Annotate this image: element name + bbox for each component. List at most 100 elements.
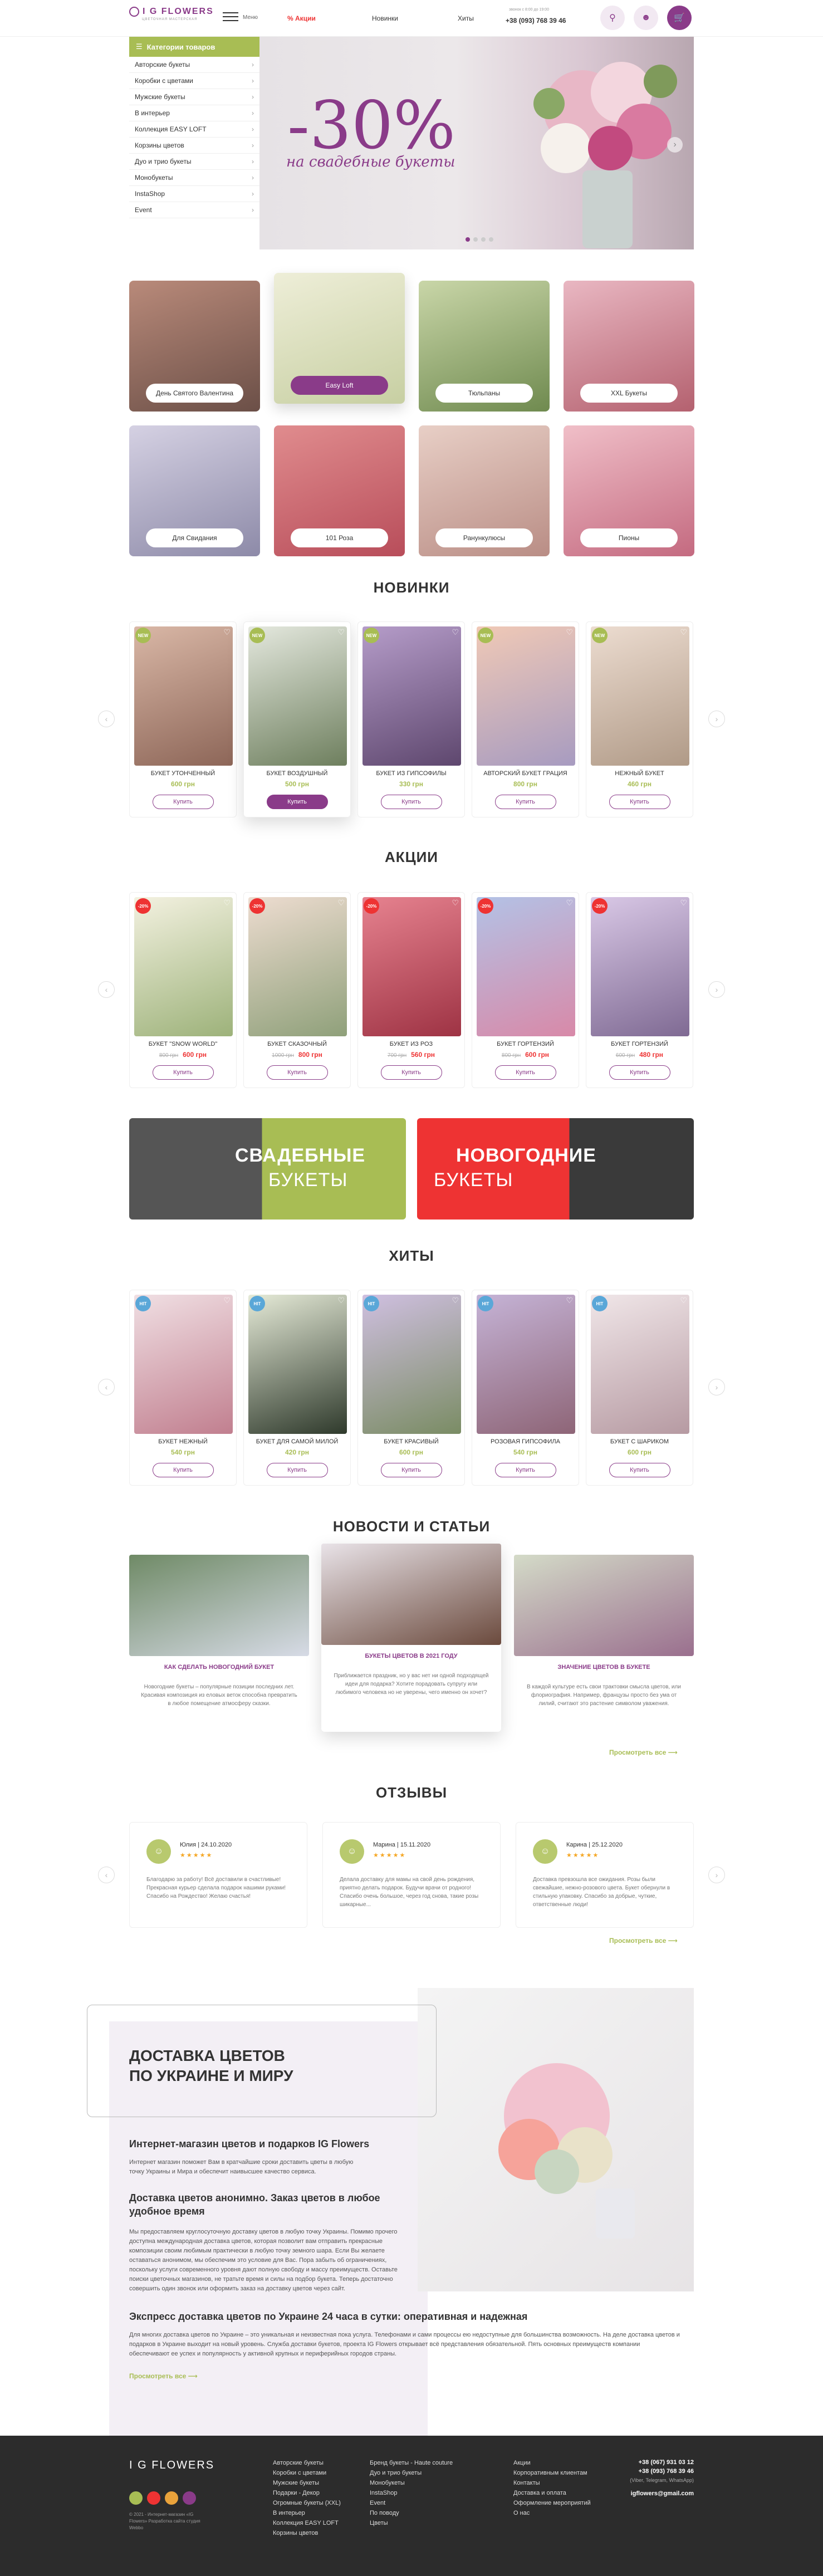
next-arrow-button[interactable]: › [708, 1379, 725, 1395]
product-name[interactable]: РОЗОВАЯ ГИПСОФИЛА [472, 1438, 579, 1445]
buy-button[interactable]: Купить [152, 1065, 214, 1080]
category-header[interactable]: ☰ Категории товаров [129, 37, 259, 57]
category-item[interactable]: Авторские букеты › [129, 57, 259, 73]
header-phone[interactable]: +38 (093) 768 39 46 [506, 17, 566, 25]
category-tile[interactable]: Easy Loft [274, 273, 405, 404]
footer-link[interactable]: InstaShop [370, 2488, 453, 2498]
product-card[interactable]: NEW ♡ БУКЕТ УТОНЧЕННЫЙ 600 грн Купить [129, 621, 237, 817]
product-card[interactable]: NEW ♡ НЕЖНЫЙ БУКЕТ 460 грн Купить [586, 621, 693, 817]
product-image[interactable] [134, 626, 233, 766]
footer-link[interactable]: Акции [513, 2458, 591, 2468]
search-icon[interactable]: ⚲ [600, 6, 625, 30]
footer-link[interactable]: Авторские букеты [273, 2458, 341, 2468]
tile-label[interactable]: Ранункулюсы [435, 528, 533, 547]
footer-phone[interactable]: +38 (093) 768 39 46 [630, 2467, 694, 2476]
buy-button[interactable]: Купить [152, 795, 214, 809]
category-tile[interactable]: XXL Букеты [564, 281, 694, 412]
reviews-more-link[interactable]: Просмотреть все ⟶ [609, 1937, 678, 1945]
product-card[interactable]: -20% ♡ БУКЕТ ГОРТЕНЗИЙ 600 грн 480 грн Ку… [586, 892, 693, 1088]
category-item[interactable]: Монобукеты › [129, 170, 259, 186]
product-name[interactable]: БУКЕТ СКАЗОЧНЫЙ [244, 1041, 350, 1047]
category-tile[interactable]: Пионы [564, 425, 694, 556]
news-card[interactable]: БУКЕТЫ ЦВЕТОВ В 2021 ГОДУ Приближается п… [321, 1544, 501, 1732]
news-card[interactable]: КАК СДЕЛАТЬ НОВОГОДНИЙ БУКЕТ Новогодние … [129, 1555, 309, 1733]
buy-button[interactable]: Купить [609, 795, 670, 809]
tile-label[interactable]: 101 Роза [291, 528, 388, 547]
product-name[interactable]: АВТОРСКИЙ БУКЕТ ГРАЦИЯ [472, 770, 579, 777]
viber-icon[interactable] [183, 2491, 196, 2505]
category-tile[interactable]: Ранункулюсы [419, 425, 550, 556]
buy-button[interactable]: Купить [266, 1463, 328, 1477]
buy-button[interactable]: Купить [266, 1065, 328, 1080]
heart-icon[interactable]: ♡ [223, 628, 231, 637]
wedding-banner[interactable]: СВАДЕБНЫЕ БУКЕТЫ [129, 1118, 406, 1220]
buy-button[interactable]: Купить [609, 1463, 670, 1477]
buy-button[interactable]: Купить [380, 795, 442, 809]
product-image[interactable] [591, 1295, 689, 1434]
footer-phone[interactable]: +38 (067) 931 03 12 [630, 2458, 694, 2467]
category-item[interactable]: В интерьер › [129, 105, 259, 121]
heart-icon[interactable]: ♡ [337, 1296, 345, 1305]
product-name[interactable]: БУКЕТ ИЗ ГИПСОФИЛЫ [358, 770, 464, 777]
next-arrow-button[interactable]: › [708, 1867, 725, 1883]
footer-link[interactable]: Доставка и оплата [513, 2488, 591, 2498]
buy-button[interactable]: Купить [380, 1065, 442, 1080]
footer-link[interactable]: Бренд букеты - Haute couture [370, 2458, 453, 2468]
category-tile[interactable]: Тюльпаны [419, 281, 550, 412]
footer-link[interactable]: По поводу [370, 2508, 453, 2518]
prev-arrow-button[interactable]: ‹ [98, 1867, 115, 1883]
footer-link[interactable]: Коробки с цветами [273, 2468, 341, 2478]
product-card[interactable]: HIT ♡ БУКЕТ НЕЖНЫЙ 540 грн Купить [129, 1290, 237, 1486]
footer-logo[interactable]: I G FLOWERS [129, 2459, 214, 2472]
product-image[interactable] [591, 897, 689, 1036]
heart-icon[interactable]: ♡ [680, 628, 687, 637]
footer-link[interactable]: Мужские букеты [273, 2478, 341, 2488]
product-name[interactable]: БУКЕТ ГОРТЕНЗИЙ [472, 1041, 579, 1047]
heart-icon[interactable]: ♡ [680, 1296, 687, 1305]
footer-link[interactable]: Дуо и трио букеты [370, 2468, 453, 2478]
next-arrow-button[interactable]: › [708, 981, 725, 998]
product-image[interactable] [248, 1295, 347, 1434]
category-item[interactable]: Коробки с цветами › [129, 73, 259, 89]
heart-icon[interactable]: ♡ [337, 628, 345, 637]
footer-link[interactable]: Корпоративным клиентам [513, 2468, 591, 2478]
buy-button[interactable]: Купить [266, 795, 328, 809]
buy-button[interactable]: Купить [494, 795, 556, 809]
category-item[interactable]: Event › [129, 202, 259, 218]
buy-button[interactable]: Купить [494, 1463, 556, 1477]
cart-icon[interactable]: 🛒 [667, 6, 692, 30]
news-image[interactable] [514, 1555, 694, 1656]
product-name[interactable]: БУКЕТ ДЛЯ САМОЙ МИЛОЙ [244, 1438, 350, 1445]
news-title[interactable]: ЗНАЧЕНИЕ ЦВЕТОВ В БУКЕТЕ [520, 1664, 688, 1671]
product-image[interactable] [477, 897, 575, 1036]
product-name[interactable]: БУКЕТ НЕЖНЫЙ [130, 1438, 236, 1445]
product-card[interactable]: NEW ♡ БУКЕТ ВОЗДУШНЫЙ 500 грн Купить [243, 621, 351, 817]
tile-label[interactable]: Тюльпаны [435, 384, 533, 403]
news-card[interactable]: ЗНАЧЕНИЕ ЦВЕТОВ В БУКЕТЕ В каждой культу… [514, 1555, 694, 1733]
buy-button[interactable]: Купить [609, 1065, 670, 1080]
product-name[interactable]: БУКЕТ КРАСИВЫЙ [358, 1438, 464, 1445]
product-image[interactable] [362, 897, 461, 1036]
news-more-link[interactable]: Просмотреть все ⟶ [609, 1749, 678, 1756]
tile-label[interactable]: День Святого Валентина [146, 384, 243, 403]
product-card[interactable]: -20% ♡ БУКЕТ СКАЗОЧНЫЙ 1000 грн 800 грн К… [243, 892, 351, 1088]
newyear-banner[interactable]: НОВОГОДНИЕ БУКЕТЫ [417, 1118, 694, 1220]
footer-email[interactable]: igflowers@gmail.com [630, 2489, 694, 2498]
category-tile[interactable]: 101 Роза [274, 425, 405, 556]
footer-link[interactable]: Event [370, 2498, 453, 2508]
product-card[interactable]: HIT ♡ БУКЕТ КРАСИВЫЙ 600 грн Купить [357, 1290, 465, 1486]
logo[interactable]: I G FLOWERS [129, 7, 214, 17]
instagram-icon[interactable] [129, 2491, 143, 2505]
product-image[interactable] [591, 626, 689, 766]
menu-label[interactable]: Меню [243, 14, 258, 21]
product-card[interactable]: HIT ♡ РОЗОВАЯ ГИПСОФИЛА 540 грн Купить [472, 1290, 579, 1486]
product-name[interactable]: БУКЕТ "SNOW WORLD" [130, 1041, 236, 1047]
news-title[interactable]: КАК СДЕЛАТЬ НОВОГОДНИЙ БУКЕТ [135, 1664, 303, 1671]
heart-icon[interactable]: ♡ [452, 898, 459, 908]
footer-link[interactable]: О нас [513, 2508, 591, 2518]
next-arrow-button[interactable]: › [708, 711, 725, 727]
buy-button[interactable]: Купить [494, 1065, 556, 1080]
product-name[interactable]: БУКЕТ ВОЗДУШНЫЙ [244, 770, 350, 777]
product-name[interactable]: БУКЕТ УТОНЧЕННЫЙ [130, 770, 236, 777]
product-image[interactable] [477, 626, 575, 766]
